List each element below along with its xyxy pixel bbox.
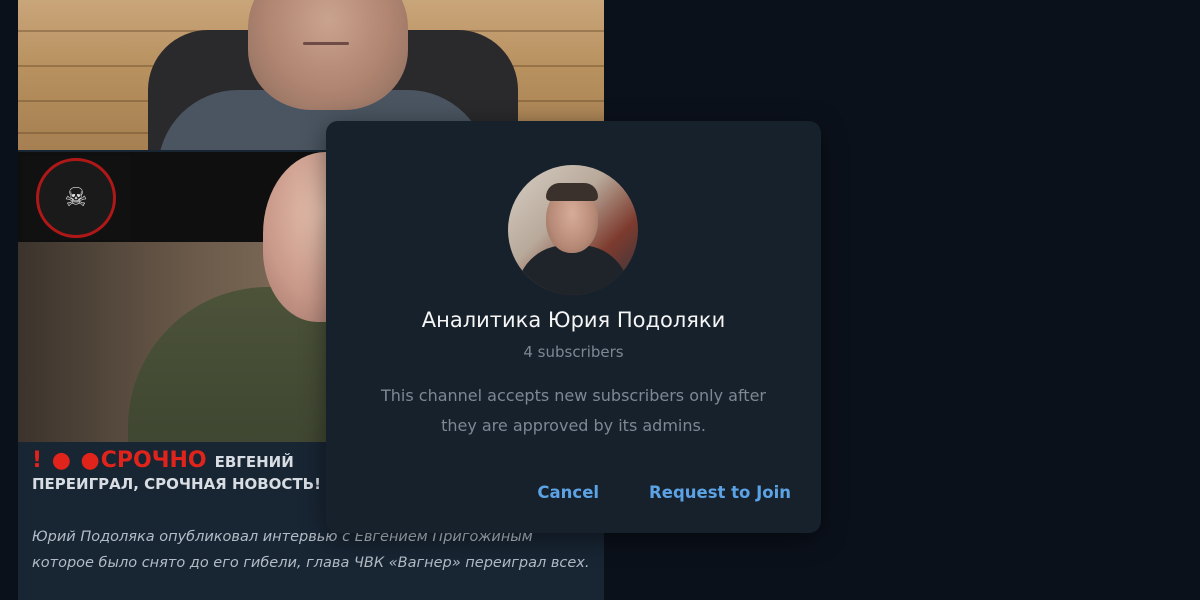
headline-line2: ПЕРЕИГРАЛ, СРОЧНАЯ НОВОСТЬ! [32,475,321,493]
subscriber-count: 4 subscribers [523,343,624,361]
skull-emblem-icon: ☠ [36,158,116,238]
channel-title: Аналитика Юрия Подоляки [421,308,726,332]
cancel-button[interactable]: Cancel [537,483,599,502]
screen: ☠ ! ● ●СРОЧНО ЕВГЕНИЙ ПЕРЕИГРАЛ, СРОЧНАЯ … [0,0,1200,600]
urgent-label: СРОЧНО [100,448,207,473]
alarm-marks: ! ● ● [32,448,101,473]
pmc-badge: ☠ [22,156,130,240]
request-to-join-button[interactable]: Request to Join [649,483,791,502]
headline-line1-rest: ЕВГЕНИЙ [214,453,294,471]
interviewer-figure [248,0,408,110]
join-request-dialog: Аналитика Юрия Подоляки 4 subscribers Th… [326,121,821,533]
channel-avatar [508,165,638,295]
dialog-actions: Cancel Request to Join [537,483,791,502]
approval-notice: This channel accepts new subscribers onl… [381,386,766,435]
